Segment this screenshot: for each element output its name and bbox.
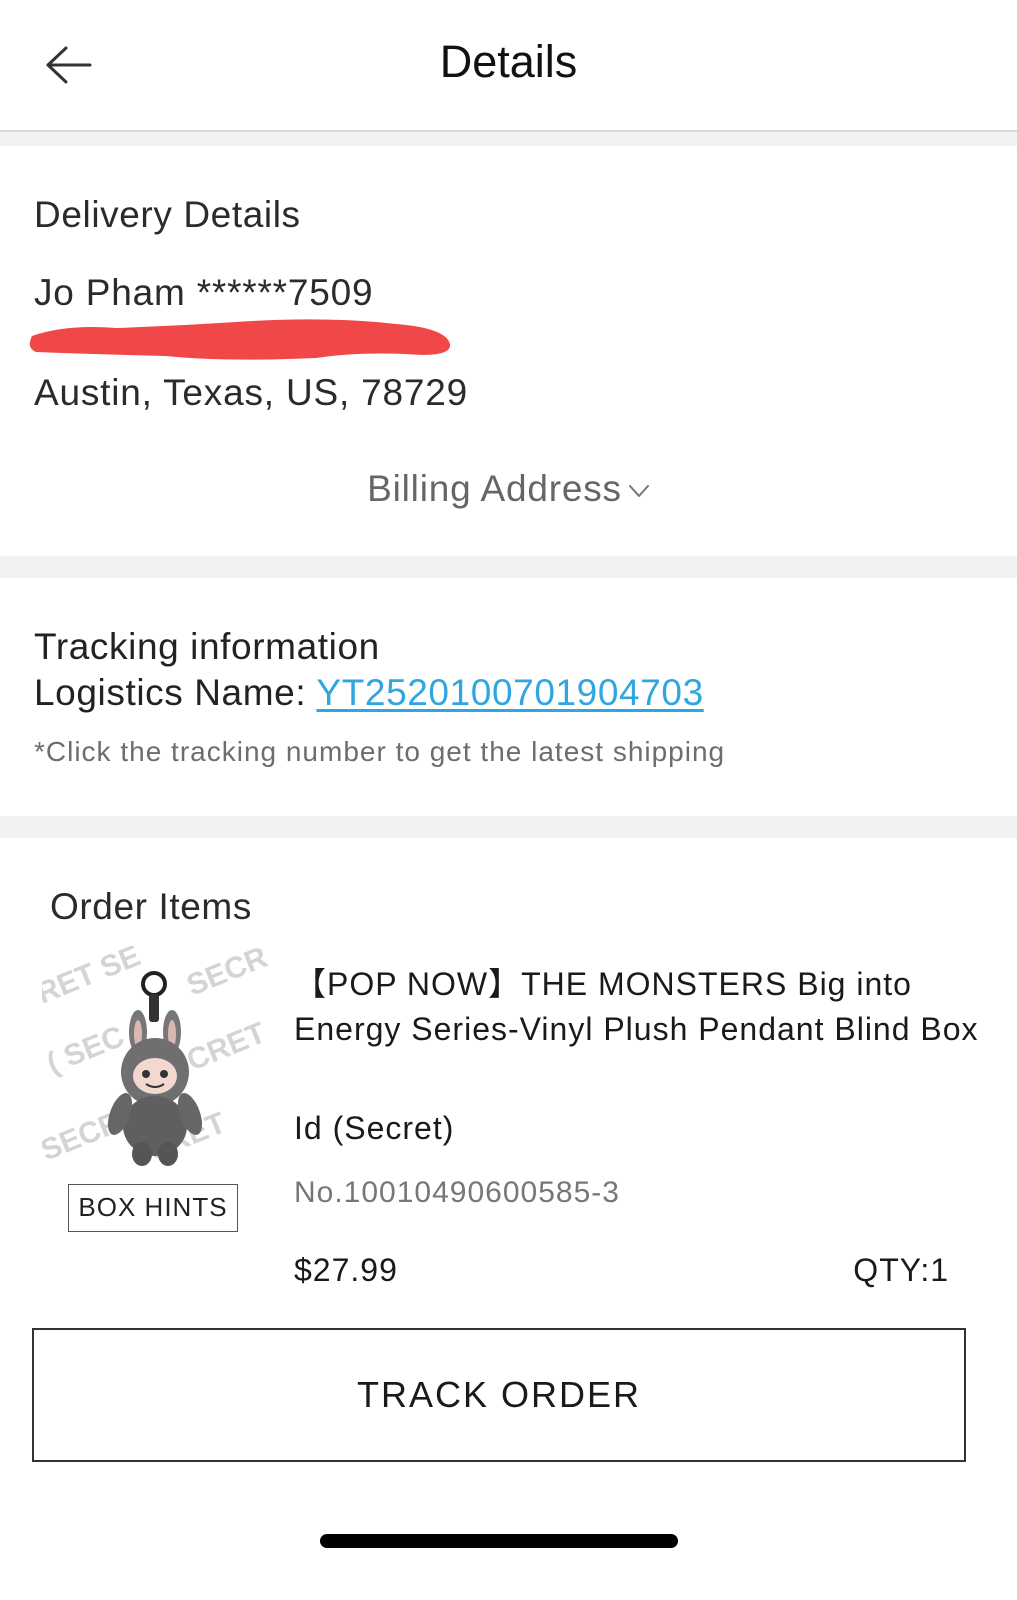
track-order-button[interactable]: TRACK ORDER	[32, 1328, 966, 1462]
product-number: No.10010490600585-3	[294, 1176, 620, 1209]
page-title: Details	[439, 36, 578, 87]
redaction-mark	[29, 319, 451, 360]
order-items-title: Order Items	[50, 886, 252, 927]
tracking-title: Tracking information	[34, 626, 380, 667]
box-hints-button[interactable]: BOX HINTS	[68, 1184, 238, 1232]
top-bar: Details	[0, 0, 1017, 132]
billing-address-toggle[interactable]: Billing Address	[0, 468, 1017, 510]
chevron-down-icon	[628, 485, 649, 498]
delivery-details-section: Delivery Details Jo Pham ******7509 Aust…	[0, 146, 1017, 566]
product-name[interactable]: 【POP NOW】THE MONSTERS Big into Energy Se…	[294, 962, 984, 1052]
section-divider	[0, 816, 1017, 838]
watermark-text: ( SEC	[42, 1020, 129, 1081]
delivery-details-title: Delivery Details	[34, 194, 301, 235]
product-quantity: QTY:1	[853, 1252, 949, 1288]
order-items-section: Order Items RET SE SECR ( SEC CRET SECR …	[0, 838, 1017, 1600]
tracking-number-link[interactable]: YT2520100701904703	[316, 672, 703, 713]
home-indicator[interactable]	[320, 1534, 678, 1548]
tracking-note: *Click the tracking number to get the la…	[34, 736, 726, 767]
section-divider	[0, 556, 1017, 578]
product-variant: Id (Secret)	[294, 1110, 455, 1146]
watermark-text: RET SE	[42, 946, 145, 1010]
logistics-label: Logistics Name:	[34, 672, 317, 713]
billing-address-label: Billing Address	[367, 468, 622, 509]
logistics-line: Logistics Name: YT2520100701904703	[34, 672, 704, 714]
watermark-text: CRET	[182, 1016, 270, 1077]
product-image[interactable]: RET SE SECR ( SEC CRET SECR CRET	[42, 946, 272, 1186]
tracking-section: Tracking information Logistics Name: YT2…	[0, 580, 1017, 816]
product-price: $27.99	[294, 1252, 398, 1288]
watermark-text: SECR	[182, 946, 272, 1002]
section-divider	[0, 132, 1017, 146]
delivery-address: Austin, Texas, US, 78729	[34, 372, 468, 413]
recipient-name-phone: Jo Pham ******7509	[34, 272, 374, 313]
